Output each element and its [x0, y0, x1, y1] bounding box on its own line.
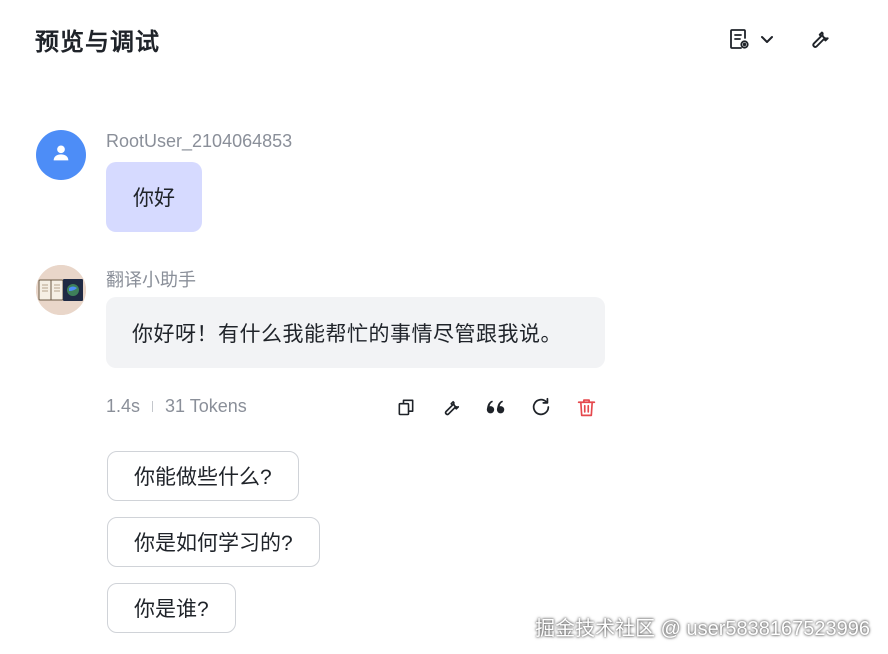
- message-meta: 1.4s 31 Tokens: [106, 396, 247, 417]
- bot-name: 翻译小助手: [106, 270, 196, 290]
- debug-wrench-icon[interactable]: [438, 394, 464, 420]
- watermark: 掘金技术社区 @ user5838167523996: [535, 618, 870, 640]
- user-message-bubble: 你好: [106, 162, 202, 232]
- token-count: 31 Tokens: [165, 396, 247, 416]
- suggestion-button[interactable]: 你能做些什么?: [107, 451, 299, 501]
- user-icon: [50, 142, 72, 169]
- user-avatar: [36, 130, 86, 180]
- copy-icon[interactable]: [393, 394, 419, 420]
- bot-avatar: [36, 265, 86, 315]
- suggestion-button[interactable]: 你是谁?: [107, 583, 236, 633]
- meta-divider: [152, 401, 154, 412]
- user-name: RootUser_2104064853: [106, 131, 293, 151]
- quote-icon[interactable]: [483, 394, 509, 420]
- chevron-down-icon[interactable]: [756, 28, 778, 50]
- page-title: 预览与调试: [35, 29, 160, 56]
- refresh-icon[interactable]: [528, 394, 554, 420]
- document-settings-icon[interactable]: [726, 26, 752, 52]
- response-duration: 1.4s: [106, 396, 141, 416]
- trash-icon[interactable]: [573, 394, 599, 420]
- wrench-icon[interactable]: [806, 25, 834, 53]
- bot-message-bubble: 你好呀！有什么我能帮忙的事情尽管跟我说。: [106, 297, 605, 368]
- suggestion-button[interactable]: 你是如何学习的?: [107, 517, 320, 567]
